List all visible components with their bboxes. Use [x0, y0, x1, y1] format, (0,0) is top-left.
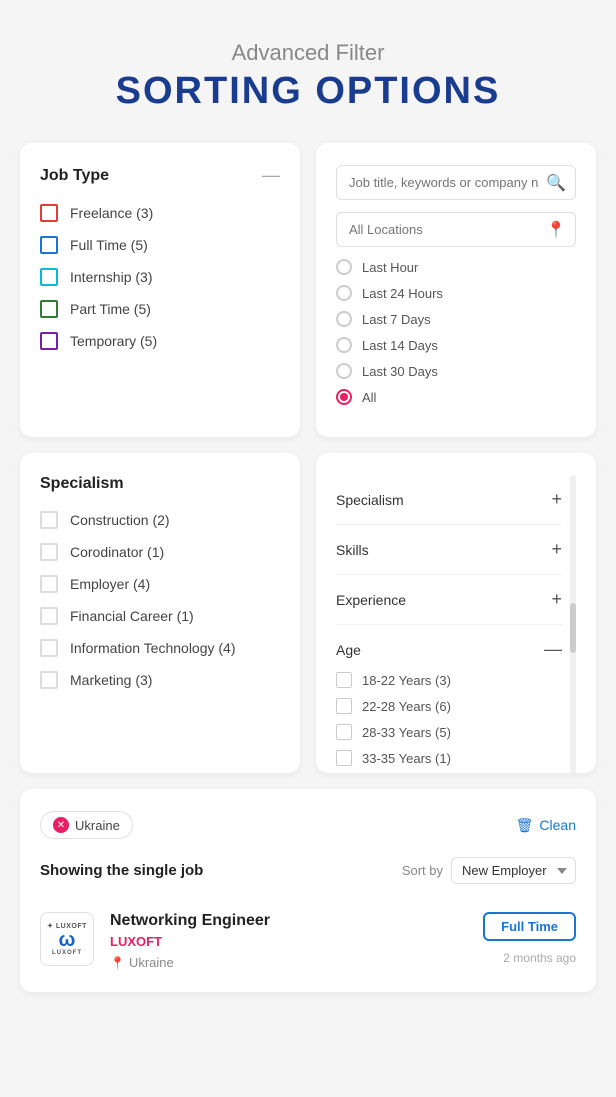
list-item[interactable]: Internship (3)	[40, 268, 280, 286]
location-input[interactable]	[336, 212, 576, 247]
list-item[interactable]: Temporary (5)	[40, 332, 280, 350]
list-item[interactable]: Full Time (5)	[40, 236, 280, 254]
sort-by-label: Sort by	[402, 863, 443, 878]
sort-select[interactable]: New Employer	[451, 857, 576, 884]
job-search-wrap: 🔍	[336, 165, 576, 200]
list-item[interactable]: Marketing (3)	[40, 671, 280, 689]
specialism-title: Specialism	[40, 475, 280, 493]
radio-circle-all[interactable]	[336, 389, 352, 405]
location-icon[interactable]: 📍	[546, 220, 566, 240]
job-info: Networking Engineer LUXOFT 📍 Ukraine	[110, 912, 467, 970]
company-logo: ✦ LUXOFT ω LUXOFT	[40, 912, 94, 966]
radio-circle-last-30[interactable]	[336, 363, 352, 379]
search-icon[interactable]: 🔍	[546, 173, 566, 193]
checkbox-internship[interactable]	[40, 268, 58, 286]
job-meta: Full Time 2 months ago	[483, 912, 576, 965]
radio-circle-last-hour[interactable]	[336, 259, 352, 275]
sort-row: Sort by New Employer	[402, 857, 576, 884]
checkbox-employer[interactable]	[40, 575, 58, 593]
middle-row: Specialism Construction (2) Corodinator …	[20, 453, 596, 773]
checkbox-freelance[interactable]	[40, 204, 58, 222]
list-item[interactable]: Part Time (5)	[40, 300, 280, 318]
list-item[interactable]: Corodinator (1)	[40, 543, 280, 561]
job-posted-time: 2 months ago	[503, 951, 576, 965]
scrollbar-thumb[interactable]	[570, 603, 576, 653]
location-pin-icon: 📍	[110, 956, 125, 970]
checkbox-fulltime[interactable]	[40, 236, 58, 254]
job-card: ✦ LUXOFT ω LUXOFT Networking Engineer LU…	[40, 902, 576, 970]
accordion-list: Specialism + Skills + Experience +	[336, 475, 562, 773]
radio-circle-last-24[interactable]	[336, 285, 352, 301]
job-title: Networking Engineer	[110, 912, 467, 930]
trash-icon: 🗑	[516, 817, 534, 834]
filter-accordion-card: Specialism + Skills + Experience +	[316, 453, 596, 773]
collapse-icon[interactable]: —	[262, 165, 280, 186]
active-filter-tag: ✕ Ukraine	[40, 811, 133, 839]
age-checkbox-33-35[interactable]	[336, 750, 352, 766]
checkbox-construction[interactable]	[40, 511, 58, 529]
checkbox-parttime[interactable]	[40, 300, 58, 318]
page-header: Advanced Filter SORTING OPTIONS	[20, 20, 596, 113]
checkbox-coordinator[interactable]	[40, 543, 58, 561]
radio-circle-last-14[interactable]	[336, 337, 352, 353]
showing-count: Showing the single job	[40, 862, 203, 879]
specialism-list: Construction (2) Corodinator (1) Employe…	[40, 511, 280, 689]
job-company: LUXOFT	[110, 934, 467, 949]
list-item[interactable]: Construction (2)	[40, 511, 280, 529]
accordion-skills: Skills +	[336, 525, 562, 575]
age-item-28-33[interactable]: 28-33 Years (5)	[336, 724, 562, 740]
radio-circle-last-7[interactable]	[336, 311, 352, 327]
radio-last-7[interactable]: Last 7 Days	[336, 311, 576, 327]
age-checkbox-22-28[interactable]	[336, 698, 352, 714]
age-item-33-35[interactable]: 33-35 Years (1)	[336, 750, 562, 766]
job-type-card: Job Type — Freelance (3) Full Time (5) I…	[20, 143, 300, 437]
scrollbar[interactable]	[570, 475, 576, 773]
checkbox-temporary[interactable]	[40, 332, 58, 350]
age-list: 18-22 Years (3) 22-28 Years (6) 28-33 Ye…	[336, 672, 562, 766]
radio-last-30[interactable]: Last 30 Days	[336, 363, 576, 379]
radio-last-14[interactable]: Last 14 Days	[336, 337, 576, 353]
accordion-expand-specialism[interactable]: +	[551, 489, 562, 510]
age-checkbox-28-33[interactable]	[336, 724, 352, 740]
accordion-specialism: Specialism +	[336, 475, 562, 525]
filter-tag-row: ✕ Ukraine 🗑 Clean	[40, 811, 576, 839]
age-checkbox-18-22[interactable]	[336, 672, 352, 688]
tag-remove-button[interactable]: ✕	[53, 817, 69, 833]
list-item[interactable]: Freelance (3)	[40, 204, 280, 222]
radio-last-24[interactable]: Last 24 Hours	[336, 285, 576, 301]
top-row: Job Type — Freelance (3) Full Time (5) I…	[20, 143, 596, 437]
accordion-collapse-age[interactable]: —	[544, 639, 562, 660]
list-item[interactable]: Employer (4)	[40, 575, 280, 593]
job-type-list: Freelance (3) Full Time (5) Internship (…	[40, 204, 280, 350]
header-subtitle: Advanced Filter	[20, 40, 596, 66]
radio-last-hour[interactable]: Last Hour	[336, 259, 576, 275]
list-item[interactable]: Information Technology (4)	[40, 639, 280, 657]
job-location: 📍 Ukraine	[110, 955, 467, 970]
job-type-badge: Full Time	[483, 912, 576, 941]
checkbox-it[interactable]	[40, 639, 58, 657]
accordion-age: Age — 18-22 Years (3) 22-28 Years (6)	[336, 625, 562, 773]
list-item[interactable]: Financial Career (1)	[40, 607, 280, 625]
checkbox-financial[interactable]	[40, 607, 58, 625]
date-filter-group: Last Hour Last 24 Hours Last 7 Days Last…	[336, 259, 576, 405]
age-item-22-28[interactable]: 22-28 Years (6)	[336, 698, 562, 714]
checkbox-marketing[interactable]	[40, 671, 58, 689]
location-search-wrap: 📍	[336, 212, 576, 247]
radio-all[interactable]: All	[336, 389, 576, 405]
job-type-title: Job Type —	[40, 165, 280, 186]
age-item-18-22[interactable]: 18-22 Years (3)	[336, 672, 562, 688]
accordion-experience: Experience +	[336, 575, 562, 625]
job-search-input[interactable]	[336, 165, 576, 200]
results-meta: Showing the single job Sort by New Emplo…	[40, 857, 576, 884]
header-title: SORTING OPTIONS	[20, 70, 596, 113]
clean-button[interactable]: 🗑 Clean	[516, 817, 576, 834]
specialism-left-card: Specialism Construction (2) Corodinator …	[20, 453, 300, 773]
accordion-expand-skills[interactable]: +	[551, 539, 562, 560]
results-card: ✕ Ukraine 🗑 Clean Showing the single job…	[20, 789, 596, 992]
search-filter-card: 🔍 📍 Last Hour Last 24 Hours Last 7 Days …	[316, 143, 596, 437]
accordion-expand-experience[interactable]: +	[551, 589, 562, 610]
